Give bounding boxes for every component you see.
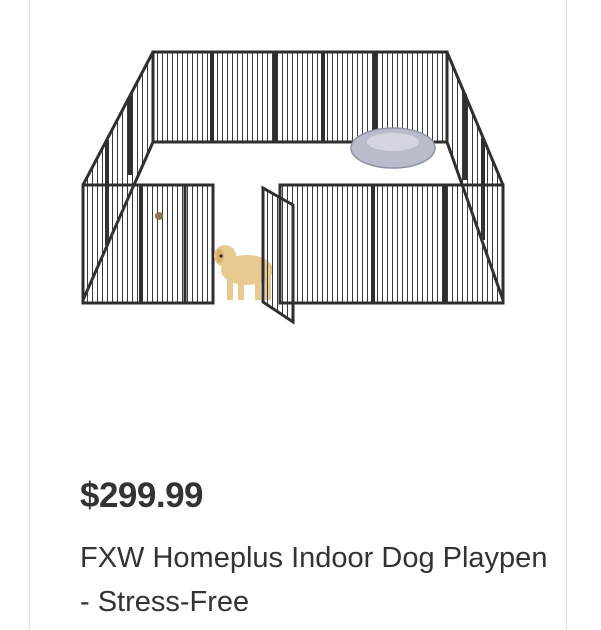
front-fence-right [278,183,505,305]
product-title[interactable]: FXW Homeplus Indoor Dog Playpen - Stress… [80,536,550,624]
front-fence-left [81,183,215,305]
product-image[interactable] [75,30,535,340]
dog-bed [350,127,436,169]
product-price: $299.99 [80,476,204,515]
product-card[interactable]: $299.99 FXW Homeplus Indoor Dog Playpen … [29,0,567,630]
